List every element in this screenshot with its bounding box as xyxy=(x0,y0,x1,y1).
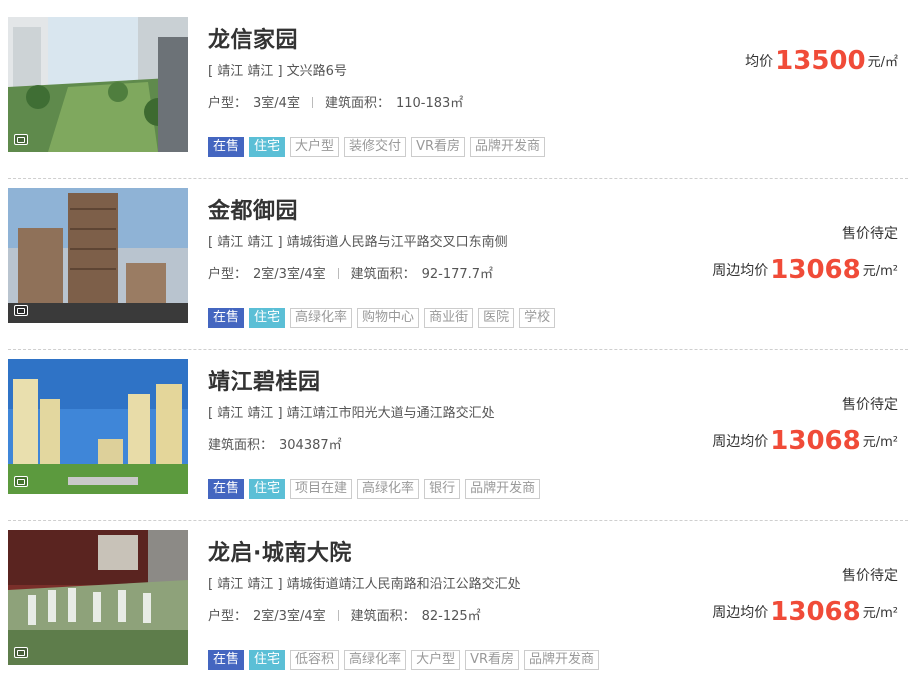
tag: VR看房 xyxy=(465,650,520,670)
listing-specs: 户型： 2室/3室/4室 建筑面积： 82-125㎡ xyxy=(208,605,481,624)
price-status: 售价待定 xyxy=(842,568,898,584)
listing-price: 均价13500 元/㎡ xyxy=(745,46,898,76)
tag: 高绿化率 xyxy=(290,308,353,328)
tag: 医院 xyxy=(478,308,515,328)
tag: 品牌开发商 xyxy=(524,650,600,670)
area-value: 304387㎡ xyxy=(279,438,342,453)
listing-item[interactable]: 龙信家园 [ 靖江 靖江 ] 文兴路6号 户型： 3室/4室 建筑面积： 110-18… xyxy=(8,8,908,179)
layout-value: 3室/4室 xyxy=(253,96,300,111)
area-value: 92-177.7㎡ xyxy=(421,267,494,282)
photo-gallery-icon xyxy=(14,647,28,658)
listing-title[interactable]: 靖江碧桂园 xyxy=(208,364,321,396)
tag-residential: 住宅 xyxy=(249,479,286,499)
layout-label: 户型： xyxy=(208,96,248,111)
listing-photo[interactable] xyxy=(8,188,188,323)
price-status: 售价待定 xyxy=(842,226,898,242)
nearby-price-value: 13068 xyxy=(770,255,861,285)
price-value: 13500 xyxy=(775,46,866,76)
listing-photo-image xyxy=(8,17,188,152)
tag: 银行 xyxy=(424,479,461,499)
listing-address: [ 靖江 靖江 ] 靖城街道靖江人民南路和沿江公路交汇处 xyxy=(208,577,521,592)
tag: 品牌开发商 xyxy=(470,137,546,157)
area-label: 建筑面积： xyxy=(350,267,416,282)
listing-title[interactable]: 龙启·城南大院 xyxy=(208,535,352,567)
listing-specs: 户型： 2室/3室/4室 建筑面积： 92-177.7㎡ xyxy=(208,263,493,282)
tag: 商业街 xyxy=(424,308,474,328)
tag: 品牌开发商 xyxy=(465,479,541,499)
nearby-price-unit: 元/m² xyxy=(862,606,898,621)
price-unit: 元/㎡ xyxy=(867,55,898,70)
listing-specs: 户型： 3室/4室 建筑面积： 110-183㎡ xyxy=(208,92,463,111)
layout-value: 2室/3室/4室 xyxy=(253,267,326,282)
tag-residential: 住宅 xyxy=(249,650,286,670)
nearby-price-value: 13068 xyxy=(770,426,861,456)
photo-gallery-icon xyxy=(14,134,28,145)
listing-photo-image xyxy=(8,188,188,323)
tag: 高绿化率 xyxy=(344,650,407,670)
listing-photo[interactable] xyxy=(8,17,188,152)
nearby-price-label: 周边均价 xyxy=(712,605,769,621)
tag-on-sale: 在售 xyxy=(208,137,245,157)
area-value: 110-183㎡ xyxy=(395,96,464,111)
tag: 装修交付 xyxy=(344,137,407,157)
listing-photo-image xyxy=(8,359,188,494)
listing-photo[interactable] xyxy=(8,359,188,494)
nearby-price-unit: 元/m² xyxy=(862,264,898,279)
listing-address: [ 靖江 靖江 ] 文兴路6号 xyxy=(208,64,347,79)
listing-photo[interactable] xyxy=(8,530,188,665)
tag-residential: 住宅 xyxy=(249,308,286,328)
listing-tags: 在售 住宅 项目在建 高绿化率 银行 品牌开发商 xyxy=(208,479,545,499)
nearby-price-label: 周边均价 xyxy=(712,434,769,450)
spec-divider xyxy=(337,268,339,279)
listing-item[interactable]: 龙启·城南大院 [ 靖江 靖江 ] 靖城街道靖江人民南路和沿江公路交汇处 户型：… xyxy=(8,521,908,692)
tag-residential: 住宅 xyxy=(249,137,286,157)
nearby-price: 周边均价13068 元/m² xyxy=(712,255,898,285)
layout-value: 2室/3室/4室 xyxy=(253,609,326,624)
tag: 学校 xyxy=(519,308,556,328)
nearby-price-label: 周边均价 xyxy=(712,263,769,279)
layout-label: 户型： xyxy=(208,267,248,282)
tag-on-sale: 在售 xyxy=(208,479,245,499)
spec-divider xyxy=(311,97,313,108)
listing-address: [ 靖江 靖江 ] 靖江靖江市阳光大道与通江路交汇处 xyxy=(208,406,495,421)
area-value: 82-125㎡ xyxy=(421,609,481,624)
listing-title[interactable]: 龙信家园 xyxy=(208,22,298,54)
tag: 大户型 xyxy=(290,137,340,157)
area-label: 建筑面积： xyxy=(208,438,274,453)
tag-on-sale: 在售 xyxy=(208,308,245,328)
tag: 大户型 xyxy=(411,650,461,670)
listing-photo-image xyxy=(8,530,188,665)
nearby-price: 周边均价13068 元/m² xyxy=(712,426,898,456)
area-label: 建筑面积： xyxy=(350,609,416,624)
spec-divider xyxy=(337,610,339,621)
area-label: 建筑面积： xyxy=(324,96,390,111)
listing-title[interactable]: 金都御园 xyxy=(208,193,298,225)
tag: 高绿化率 xyxy=(357,479,420,499)
tag: VR看房 xyxy=(411,137,465,157)
listing-tags: 在售 住宅 大户型 装修交付 VR看房 品牌开发商 xyxy=(208,137,550,157)
listing-address: [ 靖江 靖江 ] 靖城街道人民路与江平路交叉口东南侧 xyxy=(208,235,508,250)
listing-list: 龙信家园 [ 靖江 靖江 ] 文兴路6号 户型： 3室/4室 建筑面积： 110-18… xyxy=(0,0,921,672)
tag: 项目在建 xyxy=(290,479,353,499)
photo-gallery-icon xyxy=(14,305,28,316)
listing-item[interactable]: 金都御园 [ 靖江 靖江 ] 靖城街道人民路与江平路交叉口东南侧 户型： 2室/3… xyxy=(8,179,908,350)
nearby-price-unit: 元/m² xyxy=(862,435,898,450)
listing-item[interactable]: 靖江碧桂园 [ 靖江 靖江 ] 靖江靖江市阳光大道与通江路交汇处 建筑面积： 30… xyxy=(8,350,908,521)
price-status: 售价待定 xyxy=(842,397,898,413)
photo-gallery-icon xyxy=(14,476,28,487)
tag-on-sale: 在售 xyxy=(208,650,245,670)
price-label: 均价 xyxy=(745,54,774,70)
listing-tags: 在售 住宅 低容积 高绿化率 大户型 VR看房 品牌开发商 xyxy=(208,650,604,670)
listing-specs: 建筑面积： 304387㎡ xyxy=(208,434,342,453)
nearby-price: 周边均价13068 元/m² xyxy=(712,597,898,627)
listing-tags: 在售 住宅 高绿化率 购物中心 商业街 医院 学校 xyxy=(208,308,560,328)
layout-label: 户型： xyxy=(208,609,248,624)
nearby-price-value: 13068 xyxy=(770,597,861,627)
tag: 低容积 xyxy=(290,650,340,670)
tag: 购物中心 xyxy=(357,308,420,328)
